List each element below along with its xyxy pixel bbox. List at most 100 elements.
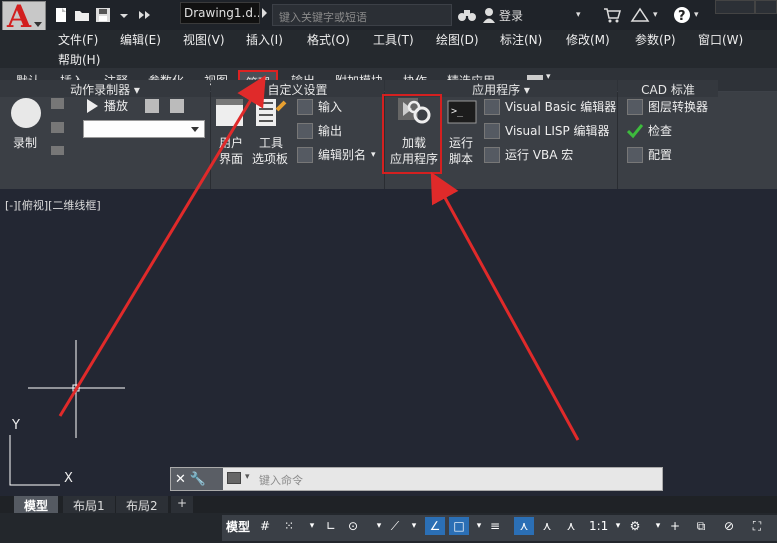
play-label: 播放	[104, 99, 129, 113]
menu-tools[interactable]: 工具(T)	[373, 31, 414, 48]
wrench-icon[interactable]: 🔧	[190, 472, 206, 487]
clean-screen-icon[interactable]: ⛶	[750, 517, 764, 535]
chevron-down-icon[interactable]: ▾	[472, 517, 486, 535]
chevron-down-icon[interactable]: ▾	[407, 517, 421, 535]
chevron-down-icon[interactable]: ▾	[245, 472, 250, 482]
quick-access-toolbar	[52, 6, 153, 23]
a360-icon[interactable]: ▾	[630, 6, 658, 24]
tool-palettes-icon[interactable]	[255, 98, 287, 128]
login-button[interactable]: 登录 ▾	[482, 6, 581, 24]
login-label: 登录	[499, 8, 524, 23]
undo-dropdown-icon[interactable]	[115, 6, 132, 23]
application-menu-button[interactable]: A	[2, 0, 46, 35]
gear-icon[interactable]: ⚙	[628, 517, 642, 535]
close-button[interactable]	[755, 0, 777, 14]
layer-translator-button[interactable]: 图层转换器	[627, 98, 708, 115]
snap-icon[interactable]: ⁙	[282, 517, 296, 535]
menu-draw[interactable]: 绘图(D)	[436, 31, 479, 48]
save-icon[interactable]	[94, 6, 111, 23]
menu-insert[interactable]: 插入(I)	[246, 31, 283, 48]
ucs-y-label: Y	[12, 418, 20, 433]
tool-palettes-label-1[interactable]: 工具	[259, 134, 283, 151]
open-folder-icon[interactable]	[73, 6, 90, 23]
grid-icon[interactable]: #	[258, 517, 272, 535]
annotation-scale-icon[interactable]: ⋏	[564, 517, 578, 535]
tab-layout1[interactable]: 布局1	[63, 496, 115, 513]
hardware-acceleration-icon[interactable]: ⊘	[722, 517, 736, 535]
play-button[interactable]: 播放	[85, 97, 128, 114]
panel-divider	[210, 92, 211, 189]
chevron-down-icon[interactable]: ▾	[305, 517, 319, 535]
import-label: 输入	[318, 100, 343, 114]
cart-icon[interactable]	[603, 6, 621, 24]
user-interface-icon[interactable]	[215, 98, 245, 128]
tab-model[interactable]: 模型	[14, 496, 59, 513]
command-input[interactable]: 键入命令	[259, 472, 303, 488]
command-prompt-icon[interactable]	[227, 472, 241, 484]
check-standards-button[interactable]: 检查	[627, 122, 672, 139]
object-snap-icon[interactable]: □	[449, 517, 469, 535]
menu-dimension[interactable]: 标注(N)	[500, 31, 542, 48]
annotation-visibility-icon[interactable]: ⋏	[514, 517, 534, 535]
more-tools-icon[interactable]	[136, 6, 153, 23]
menu-window[interactable]: 窗口(W)	[698, 31, 743, 48]
annotation-scale-value[interactable]: 1:1	[589, 517, 608, 535]
menu-edit[interactable]: 编辑(E)	[120, 31, 161, 48]
help-button[interactable]: ? ▾	[673, 6, 699, 24]
menu-view[interactable]: 视图(V)	[183, 31, 225, 48]
export-button[interactable]: 输出	[297, 122, 342, 139]
action-macro-select[interactable]	[83, 120, 205, 138]
vba-editor-button[interactable]: Visual Basic 编辑器	[484, 98, 616, 115]
title-expand-icon[interactable]	[262, 8, 267, 18]
viewport-controls-label[interactable]: [-][俯视][二维线框]	[5, 197, 101, 213]
run-script-label-1[interactable]: 运行	[449, 134, 473, 151]
polar-tracking-icon[interactable]: ⊙	[346, 517, 360, 535]
run-script-icon[interactable]: >_	[447, 100, 477, 124]
add-layout-button[interactable]: +	[171, 496, 194, 513]
lineweight-icon[interactable]: ≡	[488, 517, 502, 535]
customization-panel-title[interactable]: 自定义设置	[211, 80, 384, 97]
record-icon[interactable]	[10, 97, 44, 131]
configure-standards-button[interactable]: 配置	[627, 146, 672, 163]
tab-layout2[interactable]: 布局2	[116, 496, 168, 513]
isodraft-icon[interactable]: ⟋	[388, 517, 402, 535]
menu-file[interactable]: 文件(F)	[58, 31, 98, 48]
lisp-editor-button[interactable]: Visual LISP 编辑器	[484, 122, 610, 139]
edit-aliases-label: 编辑别名	[318, 148, 367, 162]
chevron-down-icon[interactable]: ▾	[372, 517, 386, 535]
run-script-label-2[interactable]: 脚本	[449, 150, 473, 167]
record-label[interactable]: 录制	[13, 134, 37, 151]
menu-format[interactable]: 格式(O)	[307, 31, 350, 48]
close-icon[interactable]: ✕	[175, 472, 186, 487]
cad-standards-panel-title[interactable]: CAD 标准	[618, 80, 718, 97]
menu-help[interactable]: 帮助(H)	[58, 51, 100, 68]
export-label: 输出	[318, 124, 343, 138]
svg-text:?: ?	[678, 9, 686, 24]
recorder-options-icons[interactable]	[144, 97, 188, 115]
panel-divider	[617, 92, 618, 189]
command-line[interactable]: ✕ 🔧 ▾ 键入命令	[170, 467, 663, 491]
run-vba-macro-button[interactable]: 运行 VBA 宏	[484, 146, 573, 163]
chevron-down-icon[interactable]: ▾	[651, 517, 665, 535]
tool-palettes-label-2[interactable]: 选项板	[252, 150, 288, 167]
search-input[interactable]: 键入关键字或短语	[272, 4, 452, 26]
user-interface-label-1[interactable]: 用户	[219, 134, 243, 151]
help-icon: ?	[674, 7, 690, 24]
chevron-down-icon[interactable]: ▾	[611, 517, 625, 535]
model-space-button[interactable]: 模型	[226, 517, 250, 535]
menu-modify[interactable]: 修改(M)	[566, 31, 610, 48]
user-interface-label-2[interactable]: 界面	[219, 150, 243, 167]
ortho-icon[interactable]: ∟	[324, 517, 338, 535]
auto-scale-icon[interactable]: ⋏	[540, 517, 554, 535]
isolate-objects-icon[interactable]: ⧉	[694, 517, 708, 535]
binoculars-icon[interactable]	[457, 6, 477, 24]
edit-aliases-button[interactable]: 编辑别名 ▾	[297, 146, 376, 163]
new-file-icon[interactable]	[52, 6, 69, 23]
import-button[interactable]: 输入	[297, 98, 342, 115]
minimize-button[interactable]	[715, 0, 755, 14]
check-icon	[627, 123, 643, 138]
action-recorder-panel-title[interactable]: 动作录制器 ▾	[0, 80, 210, 97]
plus-icon[interactable]: +	[668, 517, 682, 535]
object-snap-tracking-icon[interactable]: ∠	[425, 517, 445, 535]
menu-parametric[interactable]: 参数(P)	[635, 31, 676, 48]
